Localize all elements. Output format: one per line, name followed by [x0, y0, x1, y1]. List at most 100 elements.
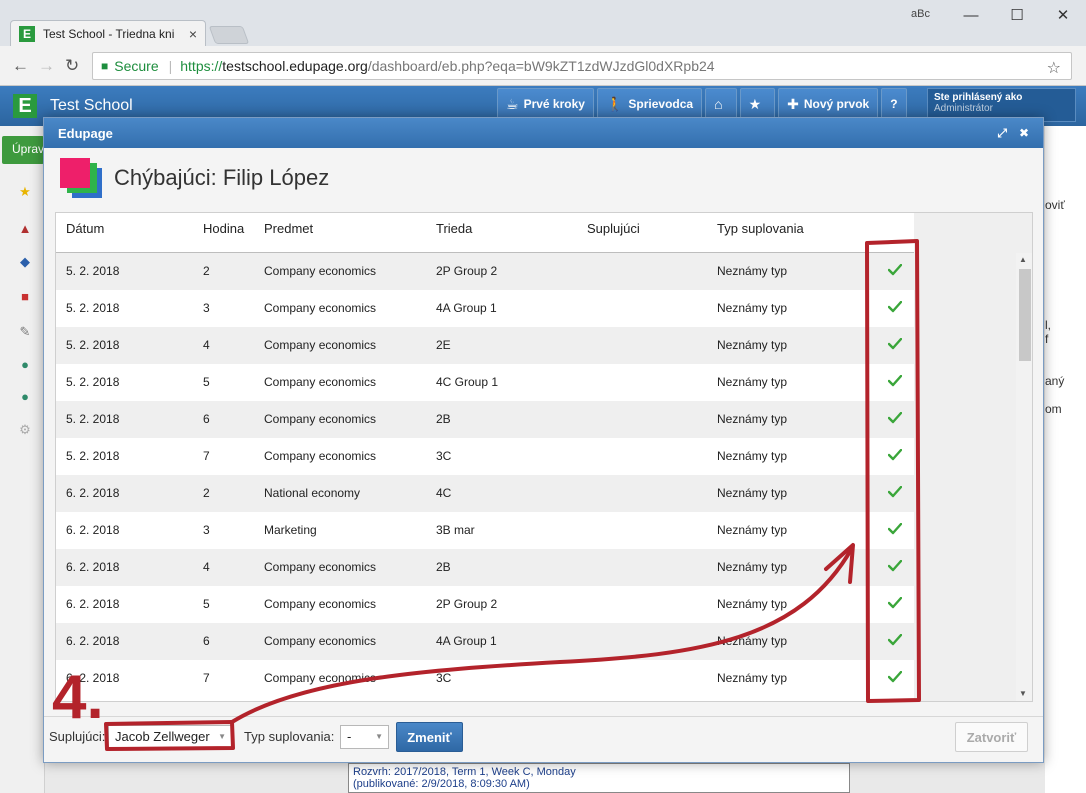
- forward-arrow-icon[interactable]: →: [38, 56, 55, 76]
- menu-new-item[interactable]: ✚ Nový prvok: [778, 88, 879, 120]
- reload-icon[interactable]: ↻: [65, 56, 79, 76]
- favorites-star-icon[interactable]: ★: [17, 184, 33, 200]
- check-icon: [888, 338, 902, 350]
- cell-subject: National economy: [264, 486, 361, 500]
- new-tab-button[interactable]: [208, 26, 250, 44]
- column-header-date[interactable]: Dátum: [66, 221, 104, 236]
- url-scheme: https://: [180, 58, 223, 74]
- globe-icon[interactable]: ●: [17, 356, 33, 372]
- menu-home[interactable]: ⌂: [705, 88, 737, 120]
- column-header-class[interactable]: Trieda: [436, 221, 472, 236]
- close-button[interactable]: Zatvoriť: [955, 722, 1028, 752]
- school-title[interactable]: Test School: [50, 97, 133, 115]
- back-arrow-icon[interactable]: ←: [12, 56, 29, 76]
- cell-date: 6. 2. 2018: [66, 560, 120, 574]
- table-row[interactable]: 6. 2. 2018 5 Company economics 2P Group 2 Ne…: [56, 586, 914, 623]
- user-profile-indicator[interactable]: aBc: [911, 8, 930, 20]
- cell-class: 3C: [436, 671, 452, 685]
- check-icon: [888, 375, 902, 387]
- bg-text: oviť: [1045, 198, 1065, 212]
- check-icon: [888, 264, 902, 276]
- close-dialog-icon[interactable]: ✖: [1019, 126, 1029, 140]
- absent-person-heading: Chýbajúci: Filip López: [114, 165, 330, 190]
- cell-subject: Company economics: [264, 560, 377, 574]
- cell-hour: 2: [203, 264, 210, 278]
- cell-hour: 5: [203, 597, 210, 611]
- browser-tab[interactable]: E Test School - Triedna kni ×: [10, 20, 206, 47]
- change-button[interactable]: Zmeniť: [396, 722, 463, 752]
- chevron-down-icon: ▼: [218, 732, 226, 741]
- table-row[interactable]: 5. 2. 2018 6 Company economics 2B Neznámy ty…: [56, 401, 914, 438]
- cell-sub-type: Neznámy typ: [717, 301, 788, 315]
- check-icon: [888, 449, 902, 461]
- address-bar[interactable]: ■ Secure | https:// testschool.edupage.o…: [92, 52, 1072, 80]
- table-row[interactable]: 5. 2. 2018 5 Company economics 4C Group 1 Ne…: [56, 364, 914, 401]
- edit-button[interactable]: Úprav: [2, 136, 44, 164]
- cell-sub-type: Neznámy typ: [717, 449, 788, 463]
- table-row[interactable]: 6. 2. 2018 7 Company economics 3C Neznámy ty…: [56, 660, 914, 697]
- help-icon: ?: [890, 97, 898, 111]
- table-row[interactable]: 5. 2. 2018 4 Company economics 2E Neznámy ty…: [56, 327, 914, 364]
- cell-sub-type: Neznámy typ: [717, 338, 788, 352]
- substitute-select[interactable]: Jacob Zellweger ▼: [108, 725, 232, 749]
- column-header-subject[interactable]: Predmet: [264, 221, 313, 236]
- substitute-value: Jacob Zellweger: [115, 729, 210, 744]
- expand-icon[interactable]: ⤢: [997, 126, 1007, 141]
- cell-date: 5. 2. 2018: [66, 449, 120, 463]
- lock-icon: ■: [101, 59, 109, 73]
- scroll-up-icon[interactable]: ▲: [1019, 255, 1027, 264]
- edupage-logo-icon[interactable]: E: [13, 94, 37, 118]
- cell-sub-type: Neznámy typ: [717, 264, 788, 278]
- table-row[interactable]: 6. 2. 2018 2 National economy 4C Neznámy typ: [56, 475, 914, 512]
- menu-help[interactable]: ?: [881, 88, 907, 120]
- timetable-line: Rozvrh: 2017/2018, Term 1, Week C, Monda…: [353, 766, 576, 778]
- cell-date: 6. 2. 2018: [66, 634, 120, 648]
- tools-icon[interactable]: ✎: [17, 324, 33, 340]
- pdf-icon[interactable]: ■: [17, 288, 33, 304]
- maximize-icon[interactable]: ☐: [994, 0, 1040, 30]
- cell-class: 2B: [436, 560, 451, 574]
- scroll-thumb[interactable]: [1019, 269, 1031, 361]
- table-row[interactable]: 6. 2. 2018 3 Marketing 3B mar Neznámy typ: [56, 512, 914, 549]
- cell-class: 4C Group 1: [436, 375, 499, 389]
- settings-icon[interactable]: ⚙: [17, 422, 33, 438]
- close-window-icon[interactable]: ✕: [1040, 0, 1086, 30]
- table-row[interactable]: 6. 2. 2018 6 Company economics 4A Group 1 Ne…: [56, 623, 914, 660]
- network-icon[interactable]: ●: [17, 388, 33, 404]
- sub-type-select[interactable]: - ▼: [340, 725, 389, 749]
- table-row[interactable]: 5. 2. 2018 7 Company economics 3C Neznámy ty…: [56, 438, 914, 475]
- school-icon[interactable]: ▲: [17, 220, 33, 236]
- cell-class: 4A Group 1: [436, 634, 497, 648]
- browser-tabstrip: E Test School - Triedna kni × aBc — ☐ ✕: [0, 0, 1086, 47]
- bookmark-star-icon[interactable]: ☆: [1047, 58, 1061, 78]
- person-icon: [60, 158, 102, 198]
- table-row[interactable]: 5. 2. 2018 3 Company economics 4A Group 1 Ne…: [56, 290, 914, 327]
- table-row[interactable]: 5. 2. 2018 2 Company economics 2P Group 2 Ne…: [56, 253, 914, 290]
- menu-label: Nový prvok: [803, 97, 870, 111]
- cell-class: 4A Group 1: [436, 301, 497, 315]
- cell-date: 5. 2. 2018: [66, 412, 120, 426]
- sub-type-value: -: [347, 729, 352, 744]
- cell-subject: Company economics: [264, 375, 377, 389]
- minimize-icon[interactable]: —: [948, 0, 994, 30]
- tab-close-icon[interactable]: ×: [189, 26, 197, 42]
- cell-hour: 6: [203, 634, 210, 648]
- table-scrollbar[interactable]: ▲ ▼: [1016, 253, 1032, 701]
- column-header-hour[interactable]: Hodina: [203, 221, 244, 236]
- menu-favorites[interactable]: ★: [739, 88, 776, 120]
- menu-first-steps[interactable]: ☕ Prvé kroky: [497, 88, 594, 120]
- bg-text: om: [1045, 402, 1062, 416]
- cell-date: 6. 2. 2018: [66, 523, 120, 537]
- table-row[interactable]: 6. 2. 2018 4 Company economics 2B Neznámy ty…: [56, 549, 914, 586]
- menu-guide[interactable]: 🚶 Sprievodca: [596, 88, 703, 120]
- column-header-sub-type[interactable]: Typ suplovania: [717, 221, 804, 236]
- cell-date: 6. 2. 2018: [66, 597, 120, 611]
- book-icon[interactable]: ◆: [17, 254, 33, 270]
- cell-sub-type: Neznámy typ: [717, 412, 788, 426]
- column-header-substitute[interactable]: Suplujúci: [587, 221, 640, 236]
- cell-sub-type: Neznámy typ: [717, 597, 788, 611]
- window-controls: — ☐ ✕: [948, 0, 1086, 30]
- cell-subject: Company economics: [264, 597, 377, 611]
- cell-sub-type: Neznámy typ: [717, 671, 788, 685]
- scroll-down-icon[interactable]: ▼: [1019, 689, 1027, 698]
